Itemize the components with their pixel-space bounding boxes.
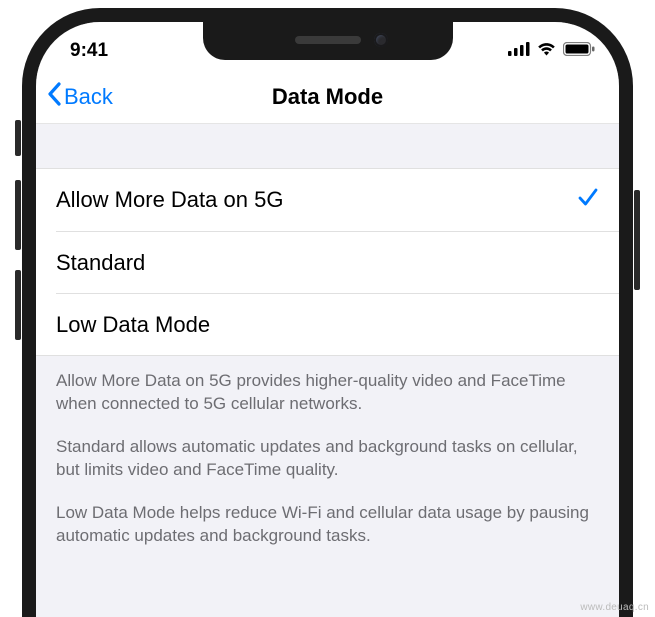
data-mode-option-list: Allow More Data on 5G Standard bbox=[36, 168, 619, 356]
watermark-text: www.deuaq.cn bbox=[580, 602, 649, 613]
section-footer-text: Allow More Data on 5G provides higher-qu… bbox=[36, 356, 619, 548]
status-time: 9:41 bbox=[70, 40, 108, 62]
volume-down-button bbox=[15, 270, 21, 340]
back-button[interactable]: Back bbox=[36, 82, 113, 112]
option-label: Standard bbox=[56, 250, 145, 276]
checkmark-icon bbox=[577, 186, 599, 214]
silent-switch bbox=[15, 120, 21, 156]
option-low-data-mode[interactable]: Low Data Mode bbox=[56, 293, 619, 355]
device-notch bbox=[203, 22, 453, 60]
cellular-signal-icon bbox=[508, 40, 530, 62]
footer-paragraph: Standard allows automatic updates and ba… bbox=[56, 436, 599, 482]
volume-up-button bbox=[15, 180, 21, 250]
footer-paragraph: Low Data Mode helps reduce Wi-Fi and cel… bbox=[56, 502, 599, 548]
content-area: Allow More Data on 5G Standard bbox=[36, 124, 619, 617]
speaker-grille bbox=[295, 36, 361, 44]
footer-paragraph: Allow More Data on 5G provides higher-qu… bbox=[56, 370, 599, 416]
option-standard[interactable]: Standard bbox=[56, 231, 619, 293]
battery-icon bbox=[563, 40, 595, 62]
back-label: Back bbox=[64, 84, 113, 110]
wifi-icon bbox=[536, 40, 557, 62]
navigation-bar: Back Data Mode bbox=[36, 70, 619, 124]
chevron-left-icon bbox=[46, 82, 62, 112]
page-title: Data Mode bbox=[36, 84, 619, 110]
front-camera bbox=[374, 33, 388, 47]
power-button bbox=[634, 190, 640, 290]
option-allow-more-data-5g[interactable]: Allow More Data on 5G bbox=[36, 169, 619, 231]
option-label: Low Data Mode bbox=[56, 312, 210, 338]
option-label: Allow More Data on 5G bbox=[56, 187, 283, 213]
